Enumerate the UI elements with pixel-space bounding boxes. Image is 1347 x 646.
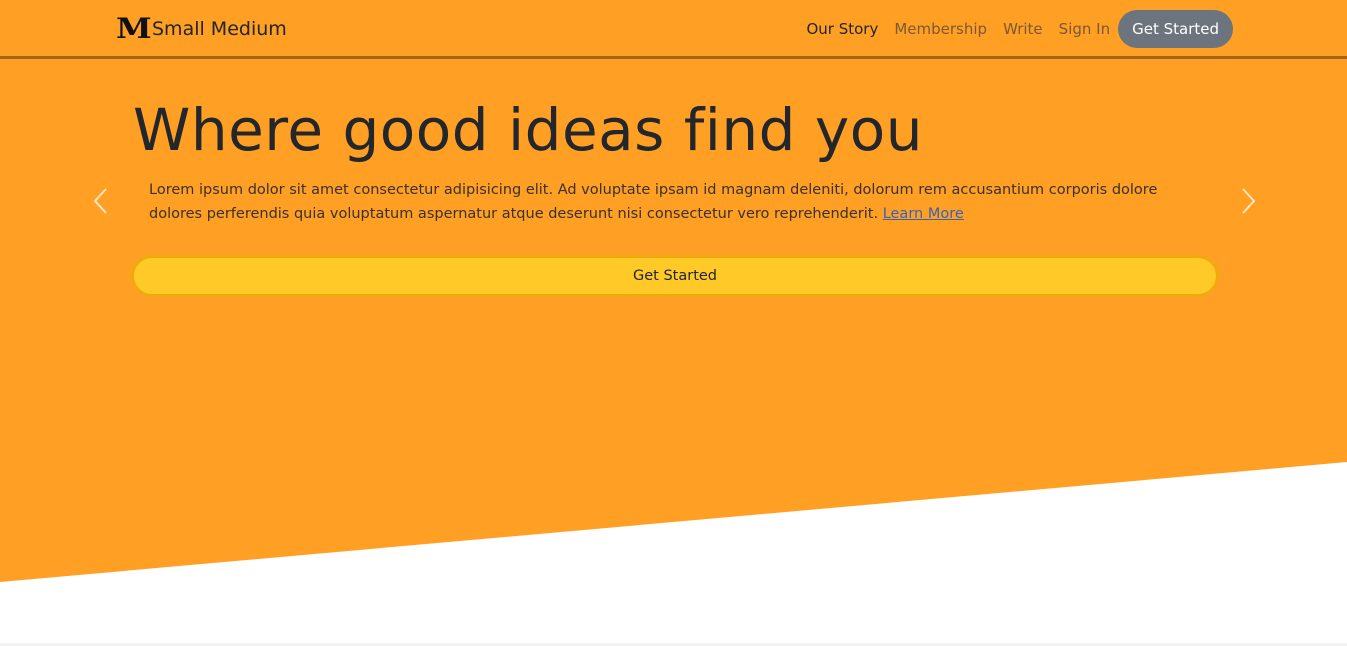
- nav-link-write[interactable]: Write: [1003, 20, 1043, 38]
- hero-lead: Lorem ipsum dolor sit amet consectetur a…: [149, 178, 1199, 226]
- learn-more-link[interactable]: Learn More: [883, 206, 964, 222]
- carousel-next-button[interactable]: [1235, 183, 1261, 219]
- chevron-left-icon: [93, 188, 107, 214]
- brand-name: Small Medium: [152, 18, 287, 40]
- nav-link-sign-in[interactable]: Sign In: [1059, 20, 1110, 38]
- carousel-prev-button[interactable]: [88, 183, 114, 219]
- nav-links: Our Story Membership Write Sign In Get S…: [790, 10, 1233, 48]
- chevron-right-icon: [1242, 188, 1256, 214]
- navbar: M Small Medium Our Story Membership Writ…: [0, 0, 1347, 59]
- nav-link-our-story[interactable]: Our Story: [806, 20, 878, 38]
- get-started-nav-button[interactable]: Get Started: [1118, 10, 1233, 48]
- medium-logo-icon: M: [116, 12, 152, 45]
- brand-link[interactable]: M Small Medium: [116, 13, 287, 45]
- get-started-button[interactable]: Get Started: [131, 255, 1219, 297]
- hero-headline: Where good ideas find you: [133, 96, 923, 164]
- hero-lead-text: Lorem ipsum dolor sit amet consectetur a…: [149, 182, 1158, 222]
- nav-link-membership[interactable]: Membership: [894, 20, 987, 38]
